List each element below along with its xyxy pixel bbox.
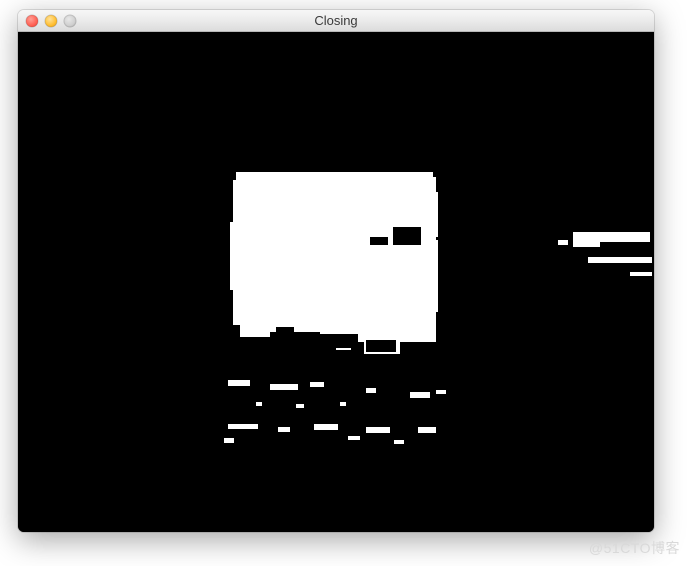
titlebar[interactable]: Closing — [18, 10, 654, 32]
window-title: Closing — [18, 10, 654, 32]
binary-image-output — [18, 32, 654, 532]
zoom-icon[interactable] — [64, 15, 76, 27]
watermark: @51CTO博客 — [589, 538, 680, 558]
app-window: Closing — [18, 10, 654, 532]
close-icon[interactable] — [26, 15, 38, 27]
image-viewport — [18, 32, 654, 532]
minimize-icon[interactable] — [45, 15, 57, 27]
traffic-lights — [18, 15, 76, 27]
